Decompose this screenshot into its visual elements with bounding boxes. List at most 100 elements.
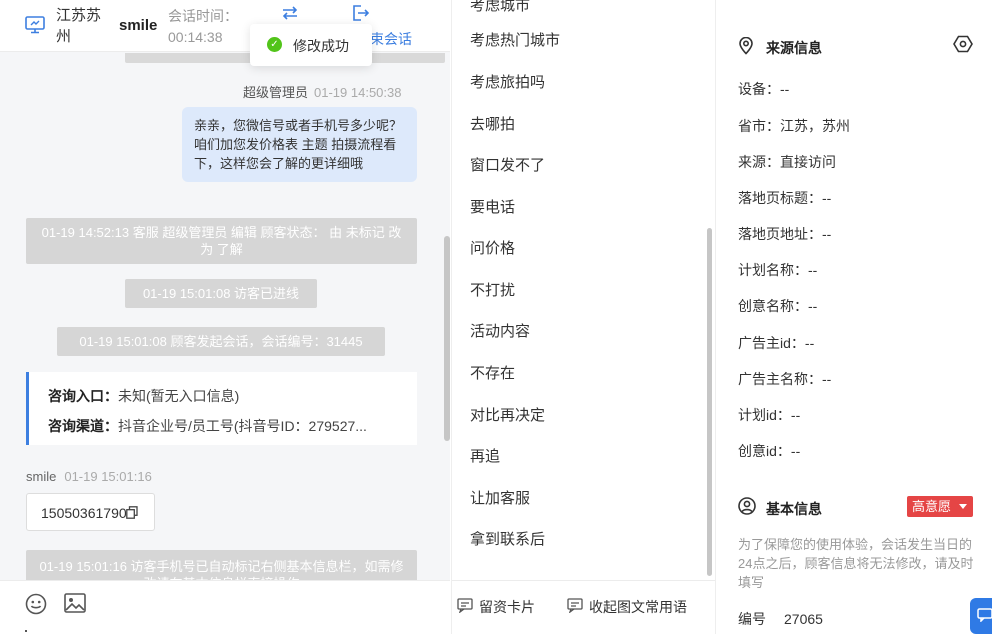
field-value: -- [822, 371, 832, 387]
end-session-button[interactable]: 束会话 [370, 29, 412, 49]
source-field-creative-name: 创意名称：-- [738, 296, 817, 316]
intent-level-select[interactable]: 高意愿 [907, 496, 973, 517]
chat-header: 江苏苏州 smile 会话时间： 00:14:38 束会话 [0, 0, 450, 52]
quick-reply-item[interactable]: 考虑城市 [470, 0, 530, 15]
quick-reply-scrollbar[interactable] [707, 228, 712, 576]
field-label: 落地页标题： [738, 190, 822, 206]
quick-reply-item[interactable]: 考虑旅拍吗 [470, 71, 545, 92]
quick-reply-item[interactable]: 再追 [470, 445, 500, 466]
field-label: 设备： [738, 81, 780, 97]
customer-id: 编号 27065 [738, 609, 823, 629]
quick-reply-item[interactable]: 让加客服 [470, 487, 530, 508]
visitor-phone: 15050361790 [41, 505, 127, 521]
source-field-creative-id: 创意id：-- [738, 441, 800, 461]
field-value: -- [790, 443, 801, 459]
quick-reply-item[interactable]: 活动内容 [470, 320, 530, 341]
caret-down-icon [959, 504, 967, 509]
field-value: 江苏，苏州 [780, 118, 850, 134]
field-value: 直接访问 [780, 154, 836, 170]
consult-channel-value: 抖音企业号/员工号(抖音号ID：279527... [118, 418, 367, 434]
field-value: -- [808, 298, 818, 314]
quick-reply-item[interactable]: 拿到联系后 [470, 528, 545, 549]
field-value: -- [822, 190, 832, 206]
intent-level-value: 高意愿 [912, 499, 952, 514]
session-time: 00:14:38 [168, 29, 223, 45]
system-message: 01-19 14:52:13 客服 超级管理员 编辑 顾客状态： 由 未标记 改… [26, 218, 417, 264]
text-cursor [25, 630, 27, 632]
user-icon [738, 497, 756, 520]
agent-message-time: 01-19 14:50:38 [314, 85, 402, 100]
system-message: 01-19 15:01:08 访客已进线 [125, 279, 317, 308]
visitor-sender: smile 01-19 15:01:16 [26, 469, 152, 484]
field-label: 计划id： [738, 407, 791, 423]
collapse-phrases-button[interactable]: 收起图文常用语 [567, 597, 687, 617]
quick-reply-toolbar: 留资卡片 收起图文常用语 [452, 580, 716, 634]
system-message: 01-19 15:01:16 访客手机号已自动标记右侧基本信息栏，如需修改请在基… [26, 550, 417, 580]
source-field-landing-url: 落地页地址：-- [738, 224, 831, 244]
card-icon [457, 598, 473, 613]
source-field-advertiser-id: 广告主id：-- [738, 333, 814, 353]
field-value: -- [804, 335, 815, 351]
source-info-title: 来源信息 [766, 40, 822, 56]
field-label: 创意id： [738, 443, 791, 459]
quick-reply-item[interactable]: 问价格 [470, 237, 515, 258]
settings-icon[interactable] [953, 35, 973, 58]
field-value: -- [790, 407, 801, 423]
field-label: 计划名称： [738, 262, 808, 278]
copy-icon[interactable] [126, 506, 138, 522]
location-pin-icon [738, 36, 754, 60]
monitor-icon [25, 16, 45, 39]
chat-scrollbar[interactable] [444, 236, 450, 441]
source-field-landing-title: 落地页标题：-- [738, 188, 831, 208]
chat-widget-button[interactable] [970, 598, 992, 634]
field-value: -- [808, 262, 818, 278]
collapse-phrases-label: 收起图文常用语 [589, 599, 687, 615]
lead-card-button[interactable]: 留资卡片 [457, 597, 535, 617]
agent-sender: 超级管理员 01-19 14:50:38 [243, 82, 401, 101]
source-field-advertiser-name: 广告主名称：-- [738, 369, 831, 389]
consult-source-card: 咨询入口：未知(暂无入口信息) 咨询渠道：抖音企业号/员工号(抖音号ID：279… [26, 372, 417, 445]
message-list[interactable]: 超级管理员 01-19 14:50:38 亲亲，您微信号或者手机号多少呢？咱们加您… [0, 53, 450, 580]
consult-channel: 咨询渠道：抖音企业号/员工号(抖音号ID：279527... [48, 416, 367, 436]
visitor-message-time: 01-19 15:01:16 [64, 469, 152, 484]
workspace: 江苏苏州 smile 会话时间： 00:14:38 束会话 ✓ 修改成功 超级管… [0, 0, 992, 634]
quick-reply-item[interactable]: 考虑热门城市 [470, 29, 560, 50]
visitor-sender-name: smile [26, 469, 57, 484]
visitor-info-panel: 来源信息 设备：-- 省市：江苏，苏州 来源：直接访问 落地页标题：-- 落地页… [715, 0, 992, 634]
edit-notice: 为了保障您的使用体验，会话发生当日的24点之后，顾客信息将无法修改，请及时填写 [738, 537, 974, 590]
field-label: 广告主名称： [738, 371, 822, 387]
customer-id-value: 27065 [784, 611, 823, 627]
consult-channel-label: 咨询渠道： [48, 418, 118, 434]
lead-card-label: 留资卡片 [479, 599, 535, 615]
chat-panel: 江苏苏州 smile 会话时间： 00:14:38 束会话 ✓ 修改成功 超级管… [0, 0, 450, 634]
visitor-message-bubble: 15050361790 [26, 493, 155, 531]
chat-toolbar [0, 580, 450, 634]
message-icon [567, 598, 583, 613]
field-label: 省市： [738, 118, 780, 134]
quick-reply-list[interactable]: 考虑城市 考虑热门城市 考虑旅拍吗 去哪拍 窗口发不了 要电话 问价格 不打扰 … [452, 0, 716, 580]
field-label: 创意名称： [738, 298, 808, 314]
customer-id-label: 编号 [738, 611, 766, 627]
source-field-device: 设备：-- [738, 79, 789, 99]
quick-reply-item[interactable]: 要电话 [470, 196, 515, 217]
transfer-icon[interactable] [281, 5, 299, 26]
session-time-label: 会话时间： [168, 8, 238, 24]
field-value: -- [822, 226, 832, 242]
quick-reply-item[interactable]: 不存在 [470, 362, 515, 383]
consult-entry-label: 咨询入口： [48, 388, 118, 404]
quick-reply-item[interactable]: 对比再决定 [470, 404, 545, 425]
end-session-icon[interactable] [352, 5, 370, 26]
source-field-plan-id: 计划id：-- [738, 405, 800, 425]
image-icon[interactable] [64, 593, 86, 618]
field-label: 广告主id： [738, 335, 805, 351]
toast-message: 修改成功 [293, 38, 349, 54]
emoji-icon[interactable] [25, 593, 47, 620]
quick-reply-panel: 考虑城市 考虑热门城市 考虑旅拍吗 去哪拍 窗口发不了 要电话 问价格 不打扰 … [451, 0, 716, 634]
visitor-name: smile [119, 17, 158, 34]
source-field-origin: 来源：直接访问 [738, 152, 836, 172]
quick-reply-item[interactable]: 去哪拍 [470, 113, 515, 134]
basic-info-title: 基本信息 [766, 501, 822, 517]
quick-reply-item[interactable]: 窗口发不了 [470, 154, 545, 175]
quick-reply-item[interactable]: 不打扰 [470, 279, 515, 300]
visitor-city: 江苏苏州 [56, 7, 102, 45]
